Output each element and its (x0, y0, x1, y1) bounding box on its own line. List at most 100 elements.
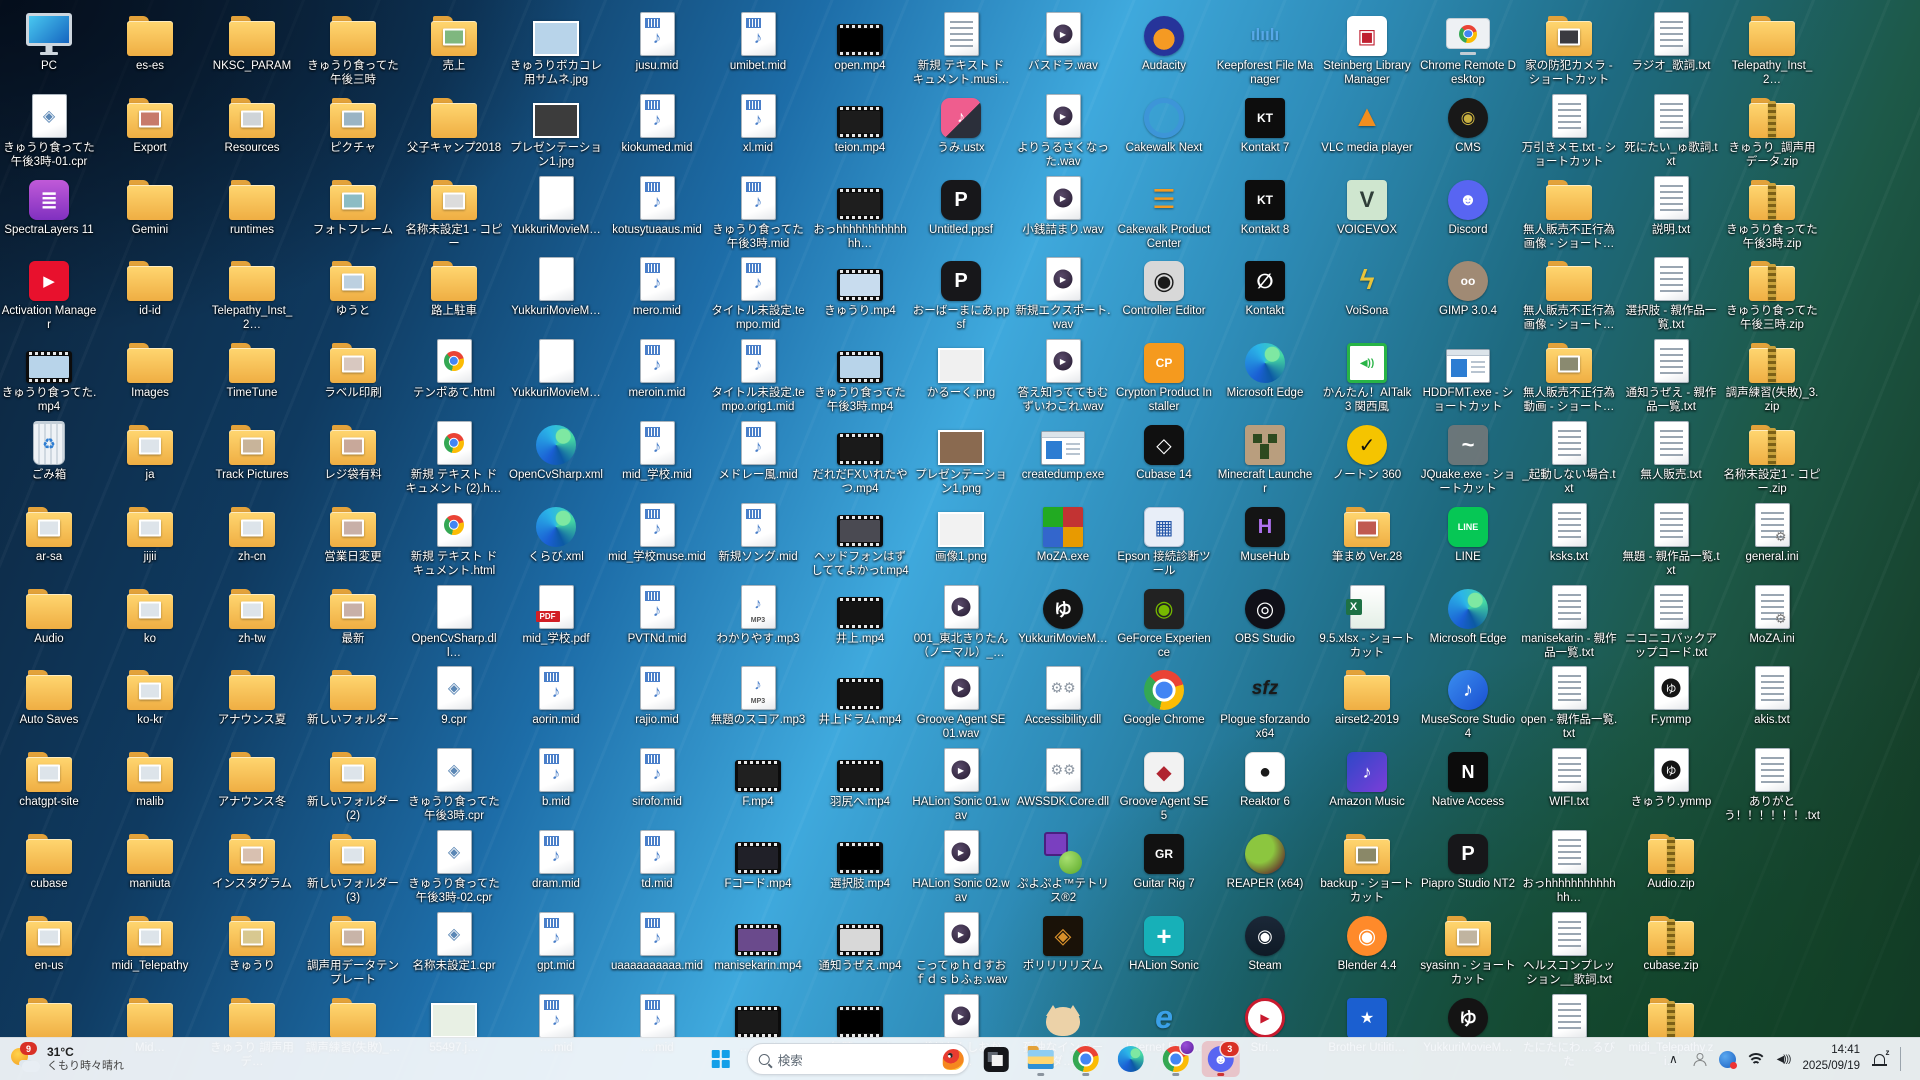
desktop-icon[interactable]: 井上ドラム.mp4 (812, 662, 908, 742)
desktop-icon[interactable]: ar-sa (1, 499, 97, 579)
desktop-icon[interactable]: 新規 テキスト ドキュメント.musicxml (913, 8, 1009, 88)
desktop-icon[interactable]: アナウンス夏 (204, 662, 300, 742)
desktop-icon[interactable]: かるーく.png (913, 335, 1009, 415)
desktop-icon[interactable]: ♻ごみ箱 (1, 417, 97, 497)
desktop-icon[interactable]: createdump.exe (1015, 417, 1111, 497)
desktop-icon[interactable]: ♪xl.mid (710, 90, 806, 170)
desktop-icon[interactable]: Telepathy_Inst_2… (1724, 8, 1820, 88)
desktop-icon[interactable]: 営業日変更 (305, 499, 401, 579)
desktop-icon[interactable]: ♪mid_学校.mid (609, 417, 705, 497)
desktop-icon[interactable]: GRGuitar Rig 7 (1116, 826, 1212, 906)
desktop-icon[interactable]: F.mp4 (710, 744, 806, 824)
desktop-icon[interactable]: ◈きゅうり食ってた午後3時.cpr (406, 744, 502, 824)
desktop-icon[interactable]: ♪uaaaaaaaaaa.mid (609, 908, 705, 988)
desktop-icon[interactable]: 父子キャンプ2018 (406, 90, 502, 170)
desktop-icon[interactable]: PPiapro Studio NT2 (1420, 826, 1516, 906)
desktop-icon[interactable]: NKSC_PARAM (204, 8, 300, 88)
desktop-icon[interactable]: 筆まめ Ver.28 (1319, 499, 1415, 579)
desktop-icon[interactable]: おっhhhhhhhhhhhhh… (1521, 826, 1617, 906)
desktop-icon[interactable]: Telepathy_Inst_2… (204, 253, 300, 333)
desktop-icon[interactable]: ♪dram.mid (508, 826, 604, 906)
desktop-icon[interactable]: ∅Kontakt (1217, 253, 1313, 333)
desktop-icon[interactable]: きゅうり.mp4 (812, 253, 908, 333)
desktop-icon[interactable]: だれだFXいれたやつ.mp4 (812, 417, 908, 497)
desktop-icon[interactable]: 通知うぜえ - 親作品一覧.txt (1623, 335, 1719, 415)
desktop-icon[interactable]: Track Pictures (204, 417, 300, 497)
desktop-icon[interactable]: ●Reaktor 6 (1217, 744, 1313, 824)
desktop-icon[interactable]: 売上 (406, 8, 502, 88)
desktop-icon[interactable]: KTKontakt 8 (1217, 172, 1313, 252)
desktop-icon[interactable]: ♪MP3わかりやす.mp3 (710, 581, 806, 661)
desktop-icon[interactable]: ♪gpt.mid (508, 908, 604, 988)
desktop-icon[interactable]: maniuta (102, 826, 198, 906)
desktop-icon[interactable]: Groove Agent SE 01.wav (913, 662, 1009, 742)
desktop-icon[interactable]: 画像1.png (913, 499, 1009, 579)
taskbar-clock[interactable]: 14:41 2025/09/19 (1802, 1043, 1860, 1074)
desktop-icon[interactable]: Auto Saves (1, 662, 97, 742)
desktop-icon[interactable]: 001_東北きりたん（ノーマル）_今じゃ… (913, 581, 1009, 661)
desktop-icon[interactable]: KTKontakt 7 (1217, 90, 1313, 170)
desktop-icon[interactable]: ゆYukkuriMovieM… (1015, 581, 1111, 661)
desktop-icon[interactable]: backup - ショートカット (1319, 826, 1415, 906)
desktop-icon[interactable]: ksks.txt (1521, 499, 1617, 579)
desktop-icon[interactable]: ♪sirofo.mid (609, 744, 705, 824)
desktop-icon[interactable]: ▣Steinberg Library Manager (1319, 8, 1415, 88)
taskbar-app-dark-squares[interactable] (977, 1041, 1015, 1077)
desktop-icon[interactable]: 無題 - 親作品一覧.txt (1623, 499, 1719, 579)
desktop-icon[interactable]: ピクチャ (305, 90, 401, 170)
weather-widget[interactable]: 9 31°C くもり時々晴れ (10, 1038, 124, 1080)
desktop-icon[interactable]: ooGIMP 3.0.4 (1420, 253, 1516, 333)
desktop-icon[interactable]: ▦Epson 接続診断ツール (1116, 499, 1212, 579)
desktop-icon[interactable]: teion.mp4 (812, 90, 908, 170)
desktop-icon[interactable]: VVOICEVOX (1319, 172, 1415, 252)
desktop-icon[interactable]: くらび.xml (508, 499, 604, 579)
desktop-icon[interactable]: ♪td.mid (609, 826, 705, 906)
desktop-icon[interactable]: REAPER (x64) (1217, 826, 1313, 906)
desktop-icon[interactable]: midi_Telepathy (102, 908, 198, 988)
desktop-icon[interactable]: おっhhhhhhhhhhhhh… (812, 172, 908, 252)
desktop-icon[interactable]: ラベル印刷 (305, 335, 401, 415)
desktop-icon[interactable]: 名称未設定1 - コピー.zip (1724, 417, 1820, 497)
desktop-icon[interactable]: manisekarin.mp4 (710, 908, 806, 988)
desktop-icon[interactable]: OpenCvSharp.xml (508, 417, 604, 497)
show-desktop-button[interactable] (1912, 1038, 1916, 1080)
desktop-icon[interactable]: ♪mero.mid (609, 253, 705, 333)
taskbar-discord[interactable]: ☻ 3 (1202, 1041, 1240, 1077)
desktop-icon[interactable]: Fコード.mp4 (710, 826, 806, 906)
desktop-icon[interactable]: id-id (102, 253, 198, 333)
desktop-icon[interactable]: 新規 テキスト ドキュメント (2).html (406, 417, 502, 497)
desktop-icon[interactable]: ◈名称未設定1.cpr (406, 908, 502, 988)
desktop-icon[interactable]: ありがとう！！！！！！.txt (1724, 744, 1820, 824)
desktop-icon[interactable]: ♪aorin.mid (508, 662, 604, 742)
desktop-icon[interactable]: ♪新規ソング.mid (710, 499, 806, 579)
desktop-icon[interactable]: ◉Blender 4.4 (1319, 908, 1415, 988)
desktop-icon[interactable]: jijii (102, 499, 198, 579)
desktop-icon[interactable]: ♪kiokumed.mid (609, 90, 705, 170)
desktop-icon[interactable]: ◉Steam (1217, 908, 1313, 988)
desktop-icon[interactable]: chatgpt-site (1, 744, 97, 824)
desktop-icon[interactable]: 答え知っててもむずいわこれ.wav (1015, 335, 1111, 415)
desktop-icon[interactable]: 通知うぜえ.mp4 (812, 908, 908, 988)
desktop-icon[interactable]: レジ袋有料 (305, 417, 401, 497)
desktop-icon[interactable]: X9.5.xlsx - ショートカット (1319, 581, 1415, 661)
desktop-icon[interactable]: 最新 (305, 581, 401, 661)
desktop-icon[interactable]: Images (102, 335, 198, 415)
desktop-icon[interactable]: 万引きメモ.txt - ショートカット (1521, 90, 1617, 170)
desktop-icon[interactable]: ♪meroin.mid (609, 335, 705, 415)
desktop-icon[interactable]: TimeTune (204, 335, 300, 415)
desktop-icon[interactable]: Resources (204, 90, 300, 170)
desktop-icon[interactable]: manisekarin - 親作品一覧.txt (1521, 581, 1617, 661)
desktop-icon[interactable]: 新規 テキスト ドキュメント.html (406, 499, 502, 579)
desktop-icon[interactable]: 無人販売不正行為動画 - ショートカット (1521, 335, 1617, 415)
desktop-icon[interactable]: ◈きゅうり食ってた午後3時-02.cpr (406, 826, 502, 906)
desktop-icon[interactable]: ◉Controller Editor (1116, 253, 1212, 333)
taskbar-chrome-1[interactable] (1067, 1041, 1105, 1077)
desktop-icon[interactable]: HMuseHub (1217, 499, 1313, 579)
desktop-icon[interactable]: ılıılıKeepforest File Manager (1217, 8, 1313, 88)
desktop-icon[interactable]: きゅうり食ってた午後三時 (305, 8, 401, 88)
desktop-icon[interactable]: en-us (1, 908, 97, 988)
desktop-icon[interactable]: PC (1, 8, 97, 88)
desktop-icon[interactable]: ◀))かんたん！AITalk 3 関西風 (1319, 335, 1415, 415)
desktop-icon[interactable]: 無人販売.txt (1623, 417, 1719, 497)
desktop-icon[interactable]: きゅうり食ってた午後3時.zip (1724, 172, 1820, 252)
